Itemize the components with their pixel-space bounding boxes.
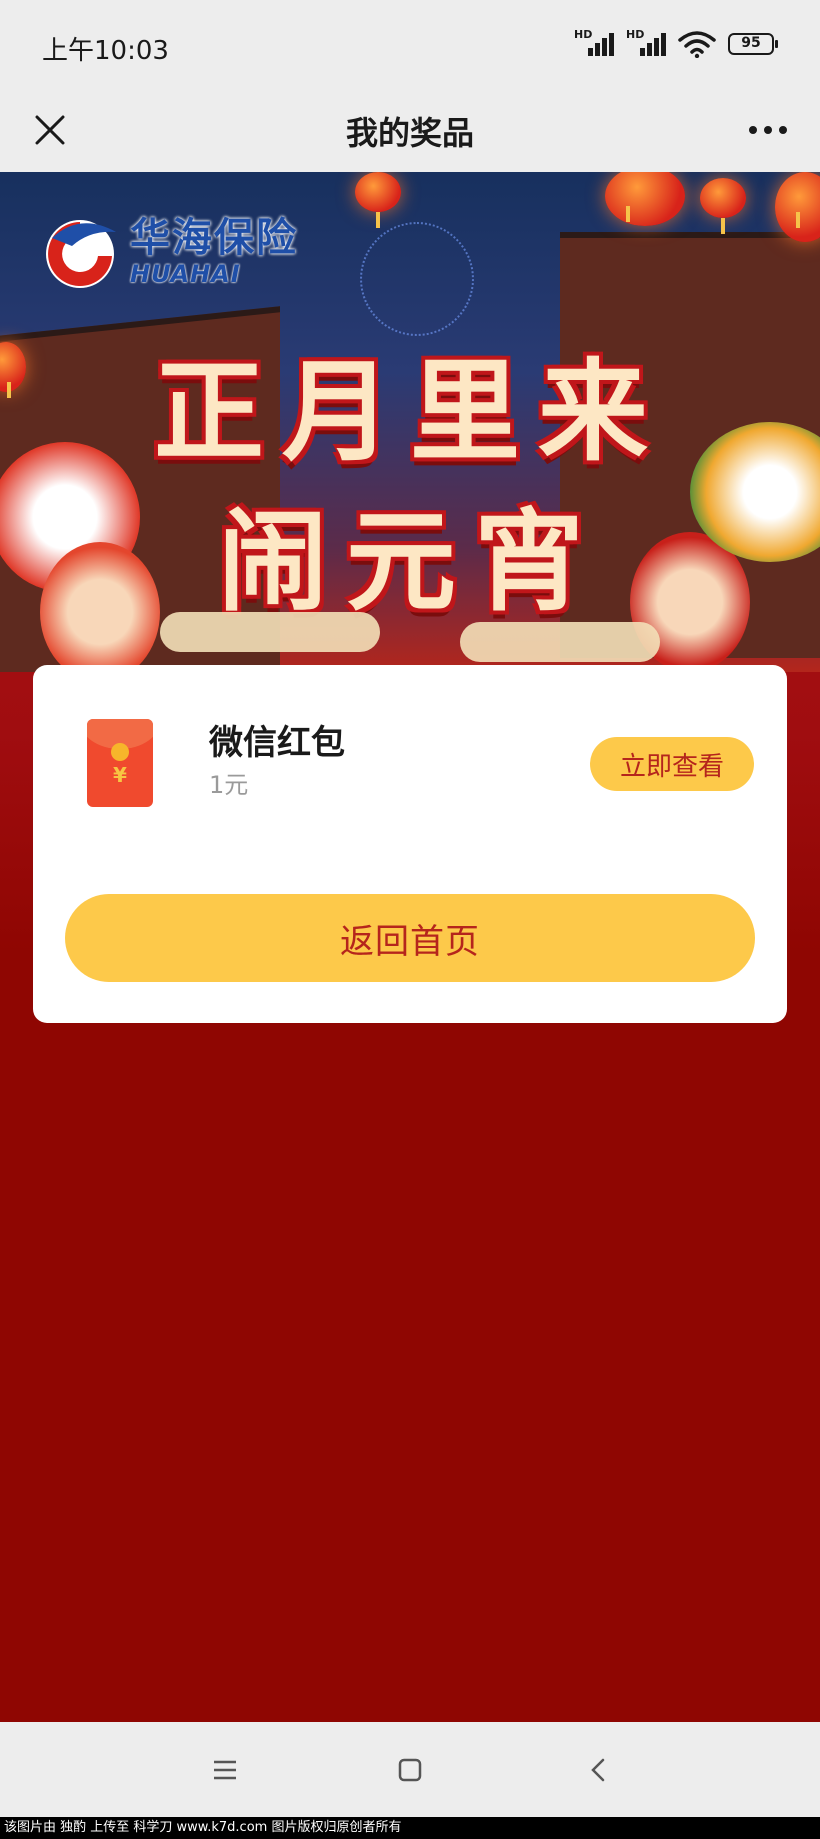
lantern-decoration bbox=[700, 178, 746, 234]
prize-card: ¥ 微信红包 1元 立即查看 返回首页 bbox=[33, 665, 787, 1023]
more-dot bbox=[779, 126, 787, 134]
menu-button[interactable] bbox=[197, 1744, 253, 1796]
prize-value: 1元 bbox=[209, 771, 249, 799]
back-button[interactable] bbox=[570, 1744, 626, 1796]
promo-banner: 华海保险 HUAHAI 正月里来 闹元宵 bbox=[0, 172, 820, 672]
page-title: 我的奖品 bbox=[345, 114, 474, 152]
watermark-text: 该图片由 独酌 上传至 科学刀 www.k7d.com 图片版权归原创者所有 bbox=[0, 1817, 820, 1839]
home-square-icon bbox=[398, 1758, 422, 1782]
brand-logo: 华海保险 HUAHAI bbox=[40, 212, 298, 292]
more-dot bbox=[764, 126, 772, 134]
status-time: 上午10:03 bbox=[42, 36, 169, 66]
cloud-decoration bbox=[460, 622, 660, 662]
red-envelope-icon: ¥ bbox=[87, 719, 153, 807]
view-now-button[interactable]: 立即查看 bbox=[590, 737, 754, 791]
child-figure-decoration bbox=[40, 542, 160, 672]
lantern-decoration bbox=[355, 172, 401, 228]
cellular-signal-icon-2: HD bbox=[626, 28, 666, 58]
yen-symbol: ¥ bbox=[113, 763, 127, 787]
huahai-logo-icon bbox=[46, 220, 116, 288]
more-options-button[interactable] bbox=[736, 104, 800, 156]
lantern-decoration bbox=[605, 172, 685, 226]
system-nav-bar bbox=[0, 1722, 820, 1817]
brand-name-cn: 华海保险 bbox=[130, 215, 298, 261]
cellular-signal-icon: HD bbox=[574, 28, 614, 58]
home-button[interactable] bbox=[382, 1744, 438, 1796]
back-chevron-icon bbox=[591, 1758, 605, 1782]
prize-name: 微信红包 bbox=[209, 723, 345, 763]
hd-label: HD bbox=[574, 28, 593, 41]
status-icons: HD HD 95 bbox=[574, 28, 778, 58]
more-dots-icon bbox=[749, 126, 757, 134]
firework-decoration bbox=[360, 222, 474, 336]
coin-icon bbox=[111, 743, 129, 761]
cloud-decoration bbox=[160, 612, 380, 652]
battery-icon: 95 bbox=[728, 33, 778, 55]
brand-name-en: HUAHAI bbox=[130, 260, 241, 288]
wifi-icon bbox=[678, 31, 716, 58]
main-content: 华海保险 HUAHAI 正月里来 闹元宵 ¥ 微信红包 1元 立即查看 返回首页 bbox=[0, 172, 820, 1722]
return-home-button[interactable]: 返回首页 bbox=[65, 894, 755, 982]
headline-line-1: 正月里来 bbox=[154, 347, 666, 476]
nav-header: 我的奖品 bbox=[0, 88, 820, 172]
hd-label-2: HD bbox=[626, 28, 645, 41]
menu-icon bbox=[214, 1760, 236, 1780]
status-bar: 上午10:03 HD HD 95 bbox=[0, 0, 820, 88]
